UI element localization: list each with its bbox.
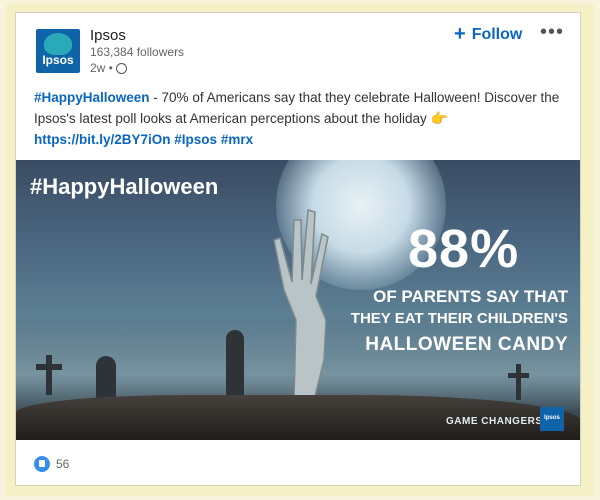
post-card: Ipsos Ipsos 163,384 followers 2w • + Foll… (15, 12, 581, 486)
ipsos-mini-logo: Ipsos (540, 407, 564, 431)
stat-line-3: HALLOWEEN CANDY (365, 334, 568, 355)
reaction-count[interactable]: 56 (56, 457, 69, 471)
stat-value: 88% (408, 219, 520, 279)
post-text: #HappyHalloween - 70% of Americans say t… (34, 87, 564, 150)
tombstone (96, 356, 116, 400)
grave-cross (516, 364, 521, 400)
post-meta: 2w • (90, 61, 127, 75)
pointing-hand-icon: 👉 (430, 110, 448, 126)
hashtag-mrx[interactable]: #mrx (221, 132, 253, 147)
hashtag-link[interactable]: #HappyHalloween (34, 90, 150, 105)
grave-cross-bar (36, 364, 62, 370)
follow-label: Follow (471, 26, 523, 43)
stat-line-1: OF PARENTS SAY THAT (373, 287, 568, 306)
follower-count: 163,384 followers (90, 45, 185, 59)
follow-button[interactable]: + Follow (454, 23, 522, 46)
stat-caption: OF PARENTS SAY THAT THEY EAT THEIR CHILD… (328, 286, 568, 360)
hashtag-ipsos[interactable]: #Ipsos (174, 132, 217, 147)
reactions-bar: 56 (16, 440, 580, 485)
post-time: 2w • (90, 61, 113, 75)
logo-mark (44, 33, 72, 55)
plus-icon: + (454, 23, 466, 45)
author-name[interactable]: Ipsos (90, 27, 126, 44)
logo-text: Ipsos (42, 53, 74, 67)
company-logo[interactable]: Ipsos (36, 29, 80, 73)
post-header: Ipsos Ipsos 163,384 followers 2w • + Foll… (16, 13, 580, 83)
post-image[interactable]: #HappyHalloween 88% OF PARENTS SAY THAT … (16, 160, 580, 440)
more-options-button[interactable]: ••• (540, 21, 564, 44)
mini-logo-text: Ipsos (544, 415, 560, 421)
tombstone (226, 330, 244, 400)
like-icon[interactable] (34, 456, 50, 472)
stat-line-2: THEY EAT THEIR CHILDREN'S (350, 310, 568, 327)
grave-cross (46, 355, 52, 395)
grave-cross-bar (508, 373, 529, 378)
game-changers-text: GAME CHANGERS (446, 416, 543, 427)
post-link[interactable]: https://bit.ly/2BY7iOn (34, 132, 171, 147)
globe-icon (115, 63, 127, 74)
image-hashtag: #HappyHalloween (30, 174, 219, 199)
